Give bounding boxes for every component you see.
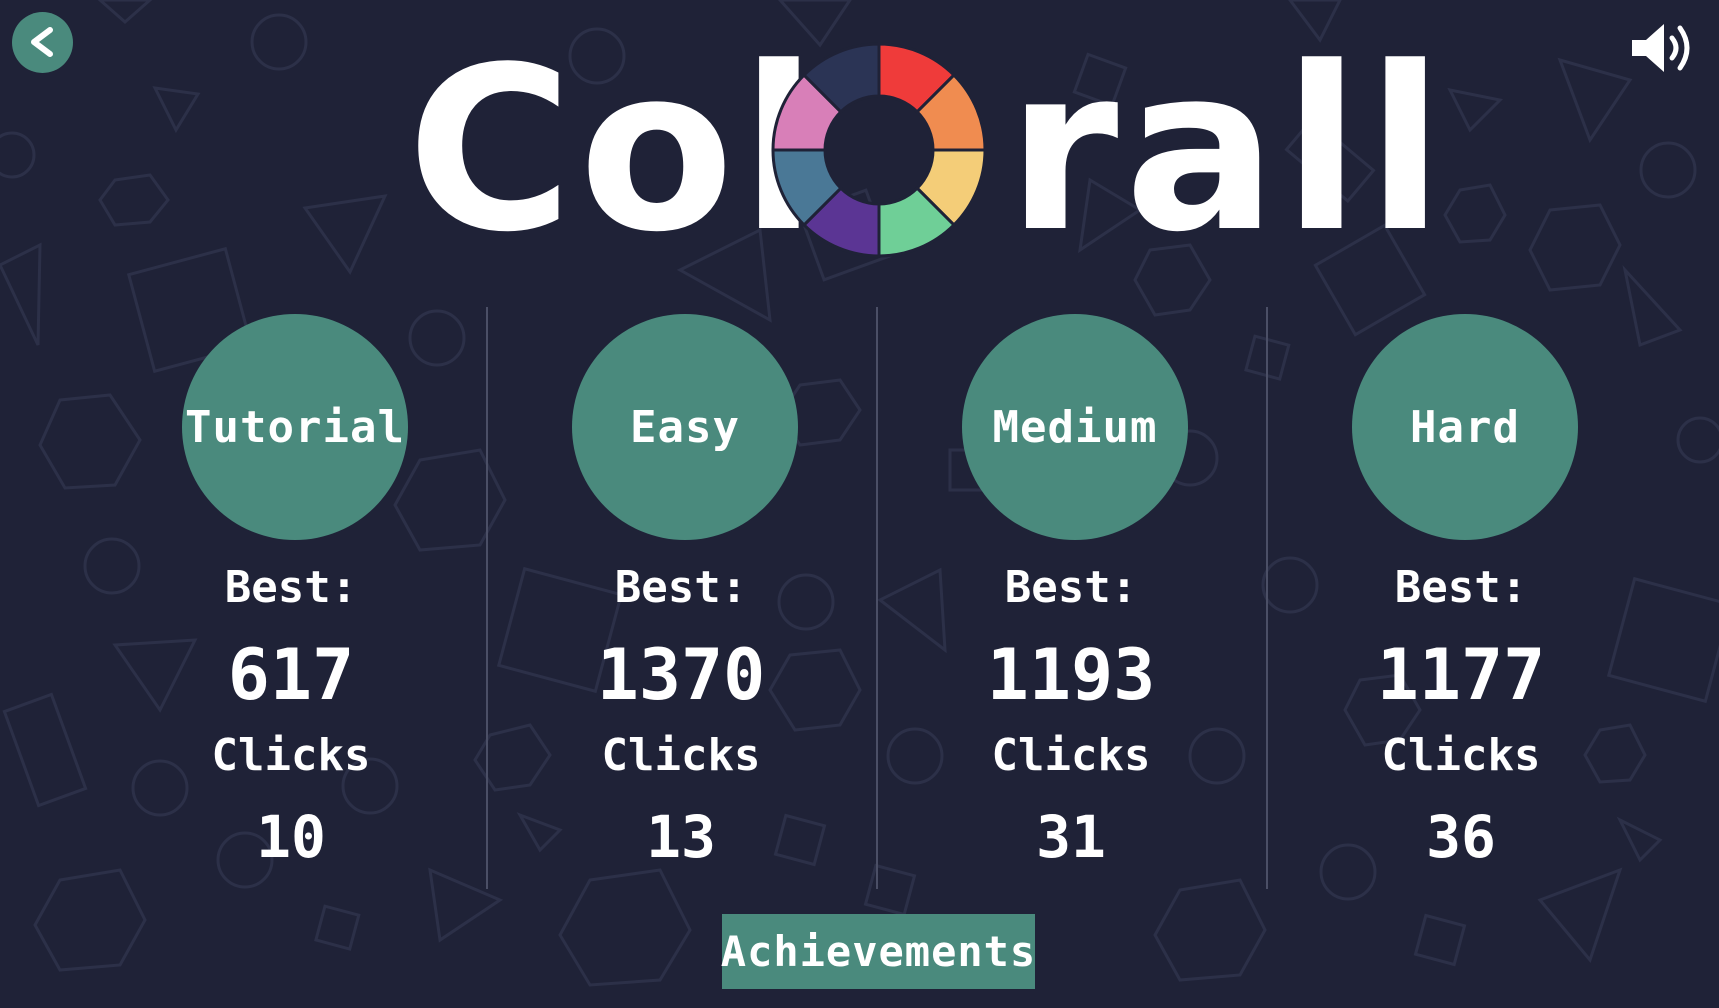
medium-button[interactable]: Medium	[962, 314, 1188, 540]
mode-column-tutorial: Tutorial Best: 617 Clicks 10	[96, 314, 486, 874]
best-score-value: 1370	[596, 634, 766, 716]
hard-button[interactable]: Hard	[1352, 314, 1578, 540]
clicks-label: Clicks	[1381, 730, 1541, 781]
back-button[interactable]	[12, 12, 73, 73]
best-label: Best:	[1004, 562, 1138, 613]
logo-text-left: Col	[407, 19, 824, 282]
clicks-value: 13	[646, 803, 716, 871]
speaker-volume-icon	[1632, 24, 1690, 72]
chevron-left-icon	[31, 27, 53, 57]
clicks-value: 36	[1426, 803, 1496, 871]
clicks-value: 10	[256, 803, 326, 871]
best-label: Best:	[1394, 562, 1528, 613]
mode-column-easy: Easy Best: 1370 Clicks 13	[486, 314, 876, 874]
clicks-label: Clicks	[211, 730, 371, 781]
best-label: Best:	[224, 562, 358, 613]
logo-text-right: rall	[1007, 19, 1450, 282]
mode-column-medium: Medium Best: 1193 Clicks 31	[876, 314, 1266, 874]
achievements-button[interactable]: Achievements	[721, 914, 1035, 989]
best-label: Best:	[614, 562, 748, 613]
tutorial-button[interactable]: Tutorial	[182, 314, 408, 540]
clicks-label: Clicks	[601, 730, 761, 781]
sound-toggle-button[interactable]	[1628, 18, 1704, 78]
clicks-value: 31	[1036, 803, 1106, 871]
mode-column-hard: Hard Best: 1177 Clicks 36	[1266, 314, 1656, 874]
game-logo: Col rall	[395, 19, 1444, 282]
best-score-value: 617	[227, 634, 355, 716]
color-wheel-icon	[771, 42, 987, 258]
best-score-value: 1193	[986, 634, 1156, 716]
clicks-label: Clicks	[991, 730, 1151, 781]
easy-button[interactable]: Easy	[572, 314, 798, 540]
best-score-value: 1177	[1376, 634, 1546, 716]
